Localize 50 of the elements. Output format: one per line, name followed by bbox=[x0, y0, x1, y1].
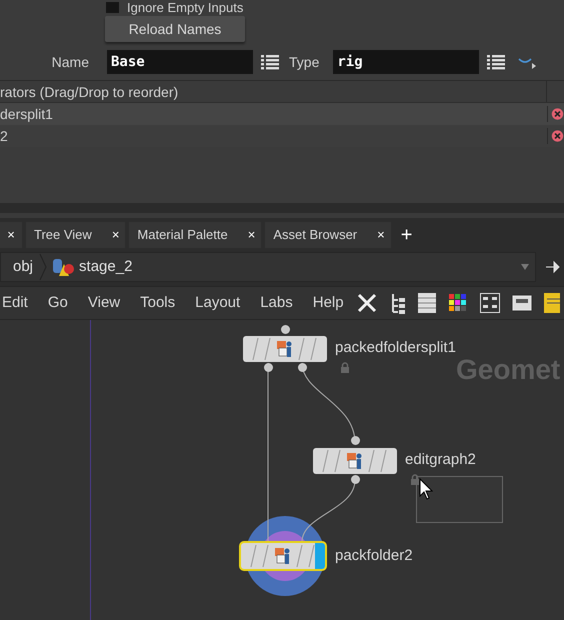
node-label: packfolder2 bbox=[335, 548, 413, 563]
note-icon[interactable] bbox=[544, 292, 560, 314]
pane-tab[interactable]: Asset Browser bbox=[273, 225, 358, 245]
menu-item[interactable]: Go bbox=[48, 292, 68, 314]
dropdown-icon[interactable] bbox=[521, 264, 529, 270]
menu-item[interactable]: Help bbox=[312, 292, 344, 314]
tree-icon[interactable] bbox=[390, 292, 406, 314]
node-icon bbox=[346, 451, 364, 471]
checkbox[interactable] bbox=[106, 2, 119, 12]
tab-close-button[interactable]: × bbox=[377, 225, 385, 245]
node-label: editgraph2 bbox=[405, 452, 476, 467]
remove-icon[interactable] bbox=[551, 128, 564, 144]
type-label: Type bbox=[289, 52, 320, 72]
tab-close-button[interactable]: × bbox=[112, 225, 120, 245]
path-item[interactable]: stage_2 bbox=[79, 256, 132, 278]
list-icon[interactable] bbox=[260, 53, 280, 71]
reload-names-button[interactable]: Reload Names bbox=[105, 16, 245, 42]
node-tile[interactable] bbox=[241, 543, 325, 569]
name-label: Name bbox=[50, 52, 89, 72]
add-tab-button[interactable]: + bbox=[394, 222, 418, 248]
tools-icon[interactable] bbox=[356, 292, 378, 314]
cursor-icon bbox=[419, 478, 433, 500]
checkbox-label: Ignore Empty Inputs bbox=[127, 0, 244, 14]
tab-close-button[interactable]: × bbox=[0, 222, 22, 248]
node-icon bbox=[274, 546, 292, 566]
menu-item[interactable]: Labs bbox=[260, 292, 293, 314]
menu-item[interactable]: Edit bbox=[2, 292, 28, 314]
shapes-icon bbox=[51, 256, 76, 278]
node-tile[interactable] bbox=[313, 448, 397, 474]
pin-arrow-icon[interactable] bbox=[546, 260, 560, 274]
remove-icon[interactable] bbox=[551, 106, 564, 122]
list-row[interactable]: 2 bbox=[0, 125, 547, 147]
menu-item[interactable]: Layout bbox=[195, 292, 240, 314]
name-field[interactable]: Base bbox=[107, 50, 253, 74]
menu-item[interactable]: View bbox=[88, 292, 120, 314]
node-label: packedfoldersplit1 bbox=[335, 340, 456, 355]
path-item[interactable]: obj bbox=[13, 256, 34, 278]
node-icon bbox=[276, 339, 294, 359]
list-header: rators (Drag/Drop to reorder) bbox=[0, 81, 547, 102]
grid-view-icon[interactable] bbox=[480, 293, 500, 313]
type-field[interactable]: rig bbox=[333, 50, 480, 74]
color-grid-icon[interactable] bbox=[448, 293, 468, 313]
list-view-icon[interactable] bbox=[418, 292, 436, 314]
list-icon[interactable] bbox=[486, 53, 506, 71]
tab-close-button[interactable]: × bbox=[248, 225, 256, 245]
window-icon[interactable] bbox=[512, 293, 532, 313]
node-tile[interactable] bbox=[243, 336, 327, 362]
menu-item[interactable]: Tools bbox=[140, 292, 176, 314]
pane-tab[interactable]: Tree View bbox=[34, 225, 92, 245]
pane-tab[interactable]: Material Palette bbox=[137, 225, 228, 245]
